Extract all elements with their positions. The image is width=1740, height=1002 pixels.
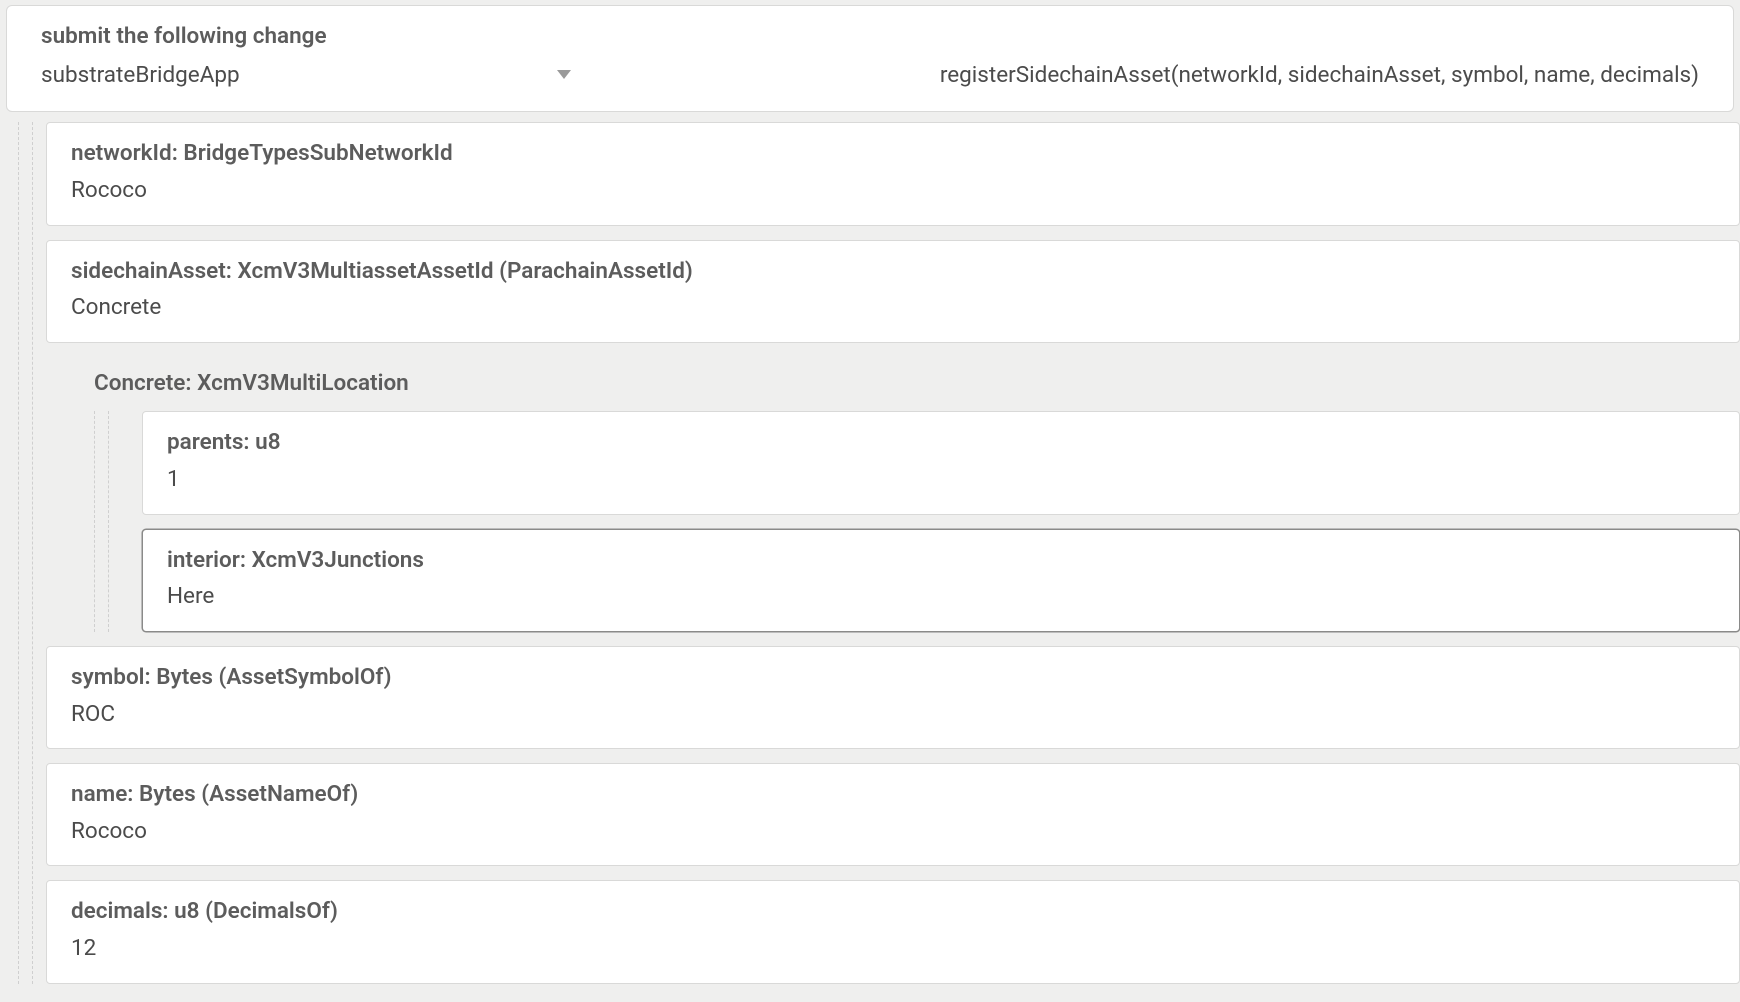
param-parents[interactable]: parents: u8 1	[142, 411, 1740, 514]
extrinsic-header: submit the following change substrateBri…	[6, 5, 1734, 112]
param-label: parents: u8	[167, 426, 1715, 459]
param-value: 1	[167, 463, 1715, 496]
param-label: interior: XcmV3Junctions	[167, 544, 1715, 577]
param-value: Here	[167, 580, 1715, 613]
param-symbol[interactable]: symbol: Bytes (AssetSymbolOf) ROC	[46, 646, 1740, 749]
method-signature[interactable]: registerSidechainAsset(networkId, sidech…	[611, 59, 1699, 92]
param-label: symbol: Bytes (AssetSymbolOf)	[71, 661, 1715, 694]
param-interior[interactable]: interior: XcmV3Junctions Here	[142, 529, 1740, 632]
indent-guide	[108, 411, 109, 632]
indent-guide	[32, 122, 33, 983]
param-value: Rococo	[71, 815, 1715, 848]
module-name: substrateBridgeApp	[41, 59, 240, 92]
param-value: Concrete	[71, 291, 1715, 324]
param-sidechainAsset[interactable]: sidechainAsset: XcmV3MultiassetAssetId (…	[46, 240, 1740, 343]
param-value: 12	[71, 932, 1715, 965]
indent-guide	[94, 411, 95, 632]
param-value: ROC	[71, 698, 1715, 731]
param-decimals[interactable]: decimals: u8 (DecimalsOf) 12	[46, 880, 1740, 983]
param-label: decimals: u8 (DecimalsOf)	[71, 895, 1715, 928]
header-title: submit the following change	[41, 20, 1699, 53]
param-label: sidechainAsset: XcmV3MultiassetAssetId (…	[71, 255, 1715, 288]
concrete-section-label: Concrete: XcmV3MultiLocation	[46, 357, 1740, 412]
param-value: Rococo	[71, 174, 1715, 207]
header-row: substrateBridgeApp registerSidechainAsse…	[41, 59, 1699, 92]
param-name[interactable]: name: Bytes (AssetNameOf) Rococo	[46, 763, 1740, 866]
concrete-nested: parents: u8 1 interior: XcmV3Junctions H…	[46, 411, 1740, 632]
param-label: name: Bytes (AssetNameOf)	[71, 778, 1715, 811]
indent-guide	[18, 122, 19, 983]
param-networkId[interactable]: networkId: BridgeTypesSubNetworkId Rococ…	[46, 122, 1740, 225]
params-area: networkId: BridgeTypesSubNetworkId Rococ…	[0, 122, 1740, 983]
param-label: networkId: BridgeTypesSubNetworkId	[71, 137, 1715, 170]
module-select[interactable]: substrateBridgeApp	[41, 59, 571, 92]
chevron-down-icon	[557, 70, 571, 79]
